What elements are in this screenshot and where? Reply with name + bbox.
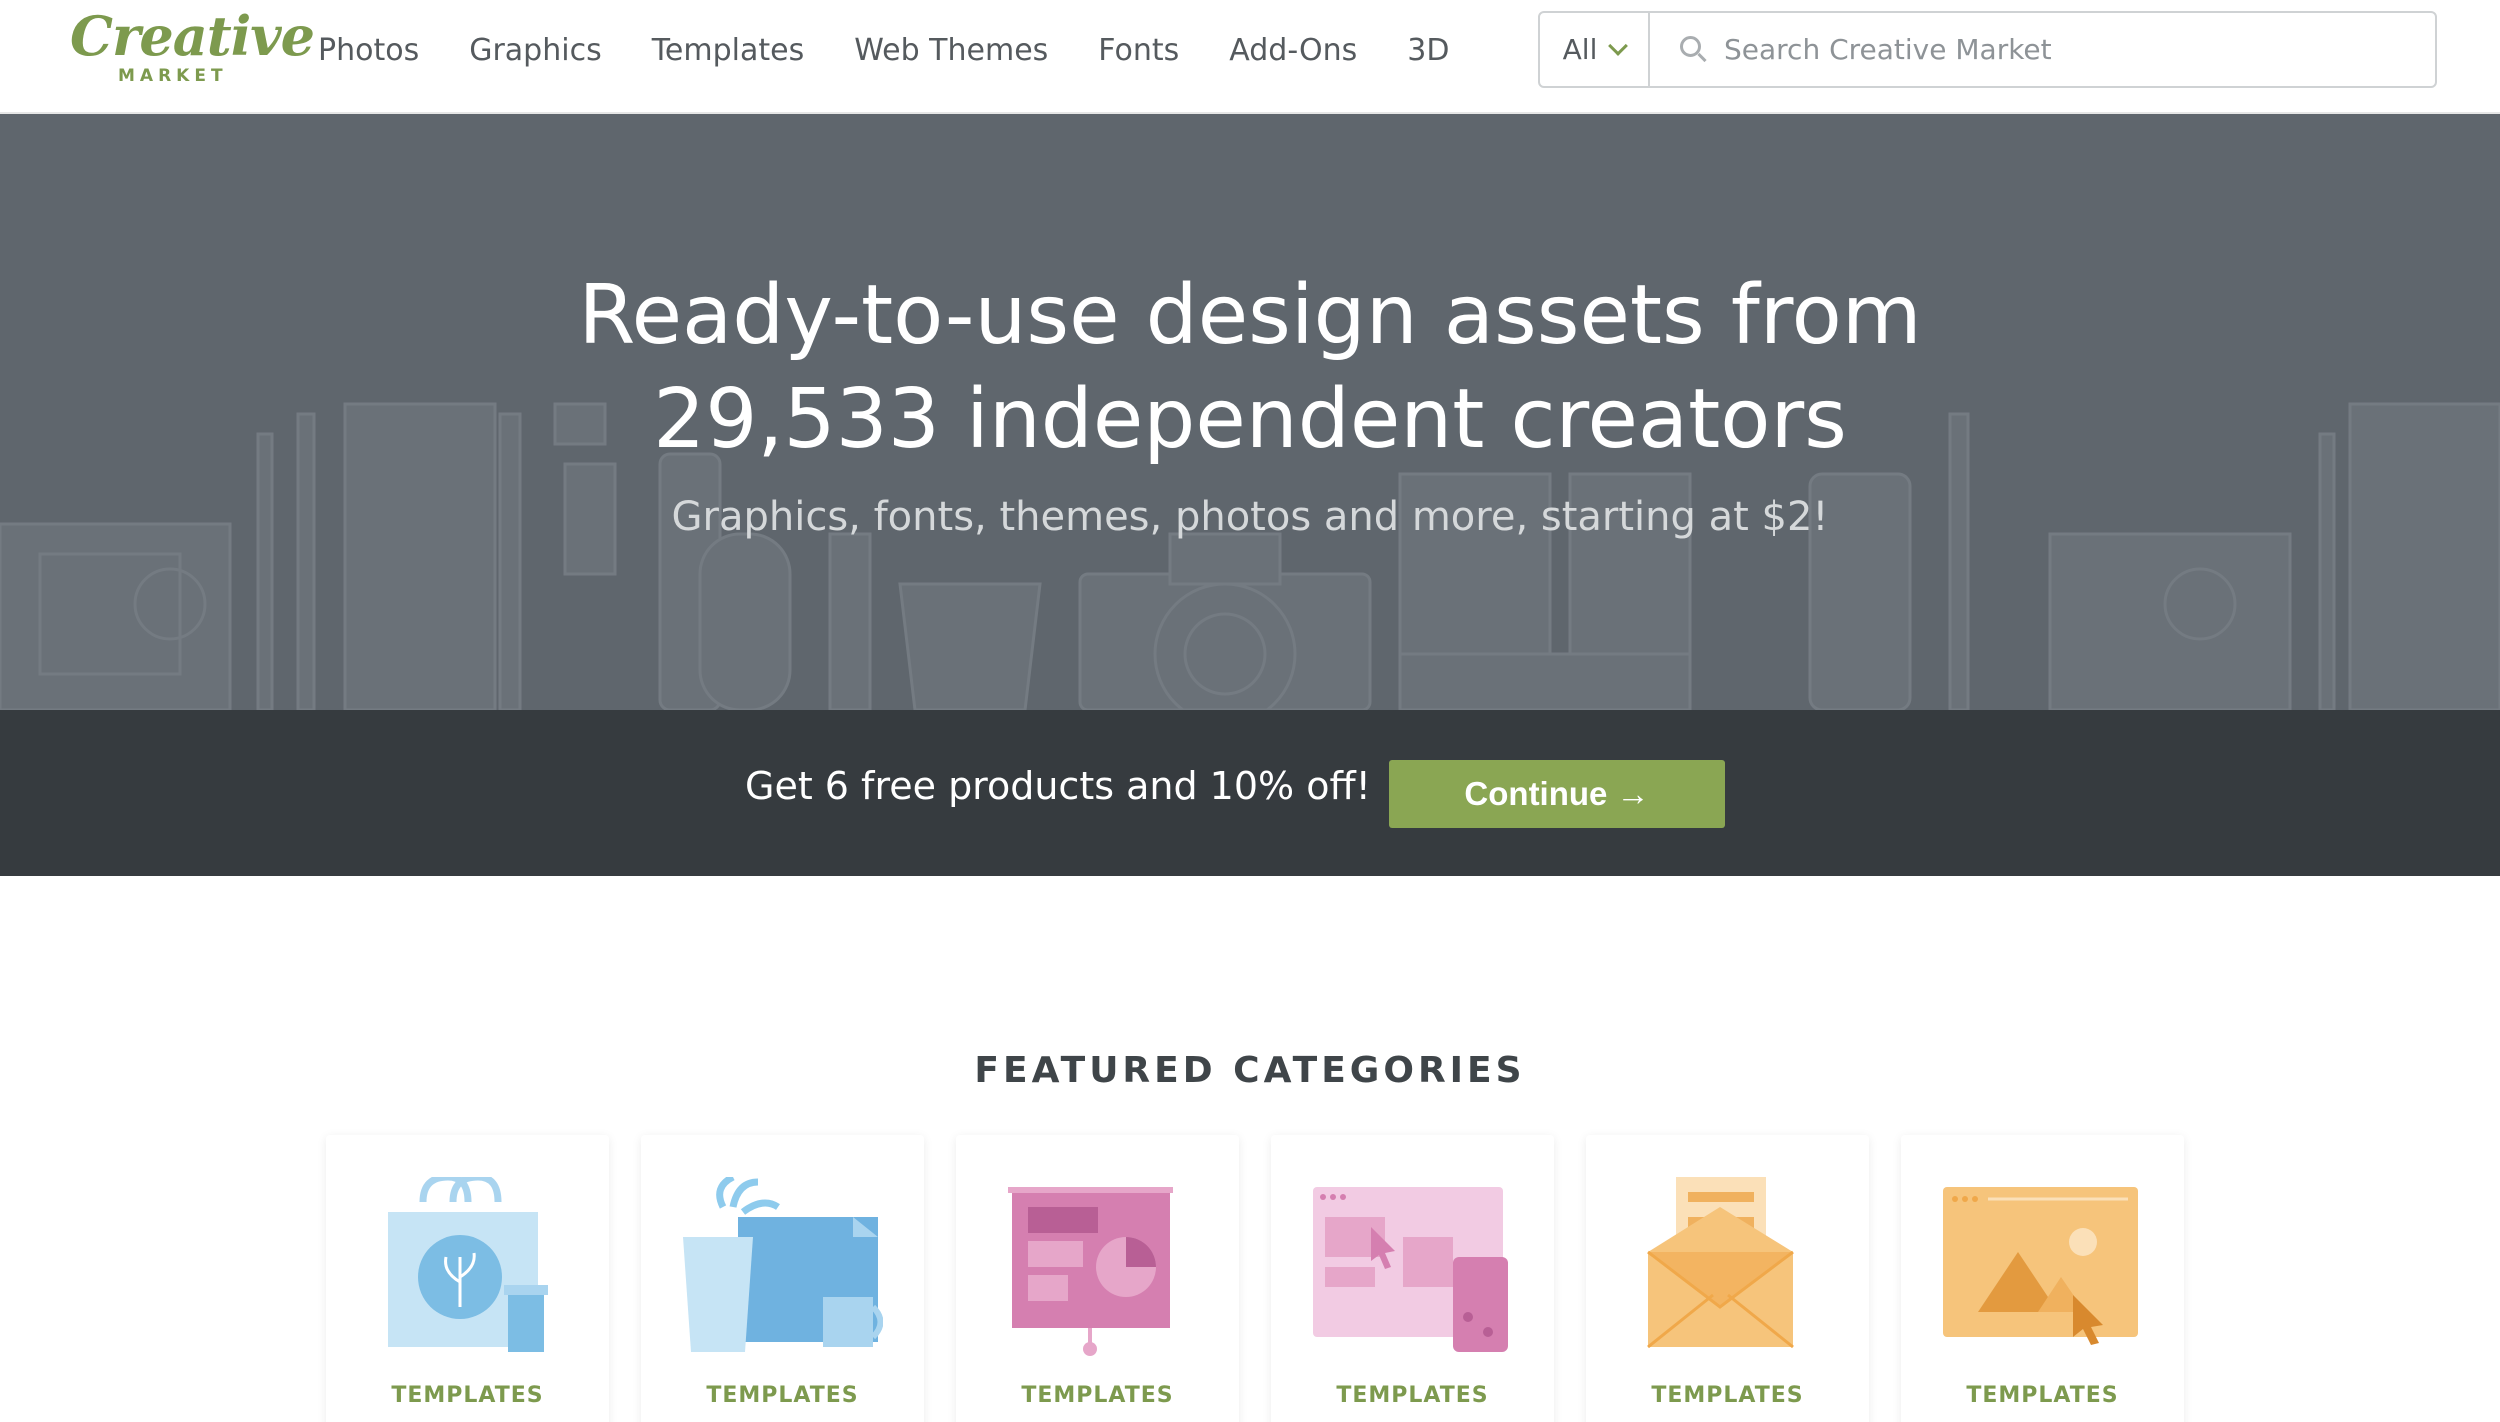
- category-label: TEMPLATES: [391, 1383, 544, 1408]
- promo-banner: Get 6 free products and 10% off! Continu…: [0, 710, 2500, 876]
- hero-title: Ready-to-use design assets from 29,533 i…: [0, 264, 2500, 472]
- presentation-icon: [1008, 1187, 1173, 1356]
- search-icon: [1680, 35, 1708, 64]
- logo-wordmark: Creative: [70, 4, 315, 68]
- nav-item-web-themes[interactable]: Web Themes: [854, 33, 1048, 68]
- nav-item-graphics[interactable]: Graphics: [469, 33, 601, 68]
- web-template-icon: [1313, 1187, 1508, 1352]
- search-field: [1650, 13, 2435, 86]
- category-label: TEMPLATES: [1336, 1383, 1489, 1408]
- hero-title-line1: Ready-to-use design assets from: [578, 268, 1922, 363]
- chevron-down-icon: [1608, 35, 1629, 56]
- category-card[interactable]: TEMPLATES: [641, 1135, 924, 1422]
- continue-button[interactable]: Continue →: [1389, 760, 1725, 828]
- search-input[interactable]: [1724, 33, 2424, 66]
- nav-item-templates[interactable]: Templates: [652, 33, 805, 68]
- featured-categories-heading: FEATURED CATEGORIES: [974, 1050, 1526, 1091]
- category-card[interactable]: TEMPLATES: [956, 1135, 1239, 1422]
- search-scope-dropdown[interactable]: All: [1540, 13, 1650, 86]
- hero-title-line2: 29,533 independent creators: [653, 372, 1847, 467]
- category-card[interactable]: TEMPLATES: [1586, 1135, 1869, 1422]
- main-nav: Photos Graphics Templates Web Themes Fon…: [318, 28, 1449, 72]
- nav-item-add-ons[interactable]: Add-Ons: [1229, 33, 1357, 68]
- category-label: TEMPLATES: [1966, 1383, 2119, 1408]
- nav-item-3d[interactable]: 3D: [1407, 33, 1449, 68]
- shopping-bag-icon: [388, 1177, 548, 1352]
- logo-subtitle: MARKET: [118, 66, 228, 86]
- image-template-icon: [1943, 1187, 2138, 1345]
- email-template-icon: [1647, 1177, 1794, 1349]
- nav-item-photos[interactable]: Photos: [318, 33, 419, 68]
- featured-categories-grid: TEMPLATES TEMPLATES TEMPLATES TEMPLATES …: [326, 1135, 2184, 1422]
- hero-subtitle: Graphics, fonts, themes, photos and more…: [671, 494, 1829, 540]
- category-card[interactable]: TEMPLATES: [1901, 1135, 2184, 1422]
- search-scope-label: All: [1562, 33, 1598, 66]
- category-label: TEMPLATES: [1651, 1383, 1804, 1408]
- category-card[interactable]: TEMPLATES: [326, 1135, 609, 1422]
- search-bar: All: [1538, 11, 2437, 88]
- promo-text: Get 6 free products and 10% off!: [745, 764, 1371, 808]
- site-header: Creative MARKET Photos Graphics Template…: [0, 0, 2500, 114]
- category-label: TEMPLATES: [1021, 1383, 1174, 1408]
- hero-banner: Ready-to-use design assets from 29,533 i…: [0, 114, 2500, 710]
- category-card[interactable]: TEMPLATES: [1271, 1135, 1554, 1422]
- nav-item-fonts[interactable]: Fonts: [1098, 33, 1179, 68]
- creative-market-logo[interactable]: Creative MARKET: [70, 4, 315, 88]
- category-label: TEMPLATES: [706, 1383, 859, 1408]
- stationery-icon: [683, 1177, 883, 1352]
